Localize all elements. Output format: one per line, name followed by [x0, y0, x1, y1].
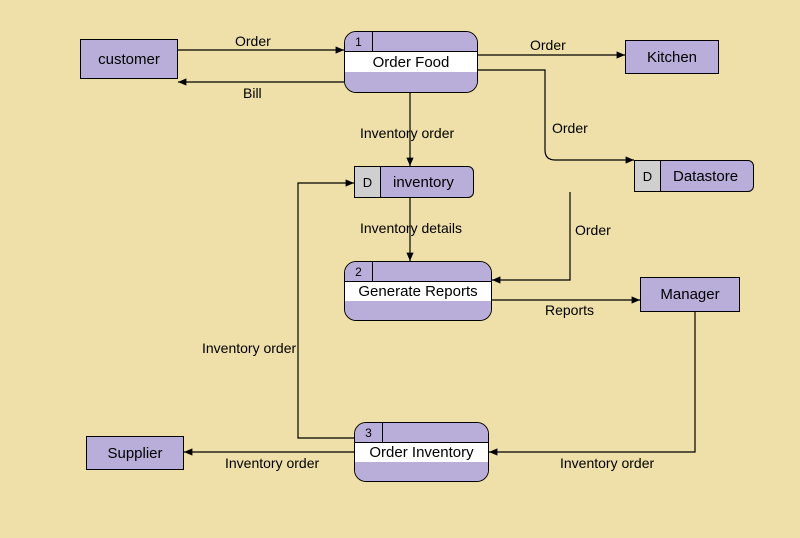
entity-supplier: Supplier: [86, 436, 184, 470]
flow-label: Inventory order: [360, 125, 454, 141]
flow-label: Inventory details: [360, 220, 462, 236]
entity-label: Supplier: [107, 445, 162, 462]
datastore-tag: D: [635, 161, 661, 191]
flow-label: Inventory order: [560, 455, 654, 471]
flow-label: Order: [235, 33, 271, 49]
process-num: 1: [345, 32, 373, 51]
flow-label: Bill: [243, 85, 262, 101]
process-label: Generate Reports: [345, 282, 491, 301]
datastore-label: inventory: [381, 167, 466, 197]
process-order-food: 1 Order Food: [344, 31, 478, 93]
process-label: Order Inventory: [355, 443, 488, 462]
entity-kitchen: Kitchen: [625, 40, 719, 74]
process-num: 3: [355, 423, 383, 442]
process-order-inventory: 3 Order Inventory: [354, 422, 489, 482]
datastore-orders: D Datastore: [634, 160, 754, 192]
process-generate-reports: 2 Generate Reports: [344, 261, 492, 321]
flow-label: Inventory order: [202, 340, 296, 356]
entity-manager: Manager: [640, 277, 740, 312]
process-num: 2: [345, 262, 373, 281]
datastore-inventory: D inventory: [354, 166, 474, 198]
flow-label: Order: [575, 222, 611, 238]
entity-customer: customer: [80, 39, 178, 79]
entity-label: customer: [98, 51, 160, 68]
datastore-label: Datastore: [661, 161, 750, 191]
entity-label: Manager: [660, 286, 719, 303]
flow-label: Inventory order: [225, 455, 319, 471]
flow-label: Order: [552, 120, 588, 136]
entity-label: Kitchen: [647, 49, 697, 66]
process-label: Order Food: [345, 52, 477, 72]
flow-label: Order: [530, 37, 566, 53]
datastore-tag: D: [355, 167, 381, 197]
flow-label: Reports: [545, 302, 594, 318]
